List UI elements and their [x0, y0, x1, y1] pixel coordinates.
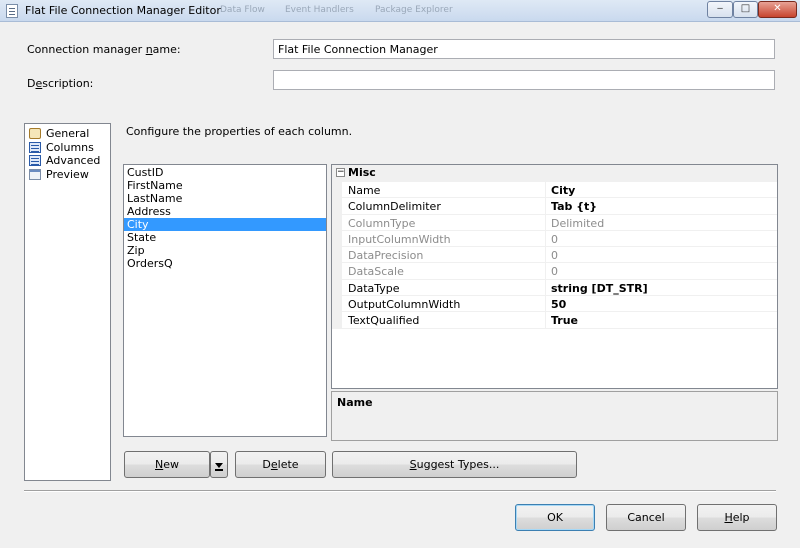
nav-item-label: Preview	[46, 167, 89, 181]
property-value[interactable]: string [DT_STR]	[551, 282, 648, 295]
background-tab-package-explorer: Package Explorer	[375, 5, 453, 15]
property-row: ColumnType Delimited	[332, 214, 777, 231]
property-category[interactable]: − Misc	[332, 165, 777, 182]
instructions-text: Configure the properties of each column.	[126, 125, 353, 138]
new-button[interactable]: New	[124, 451, 210, 478]
property-name: DataPrecision	[348, 249, 424, 263]
list-item[interactable]: OrdersQ	[124, 257, 326, 270]
cancel-button[interactable]: Cancel	[606, 504, 686, 531]
close-button[interactable]: ✕	[758, 1, 797, 18]
property-value: 0	[551, 232, 558, 246]
category-label: Misc	[348, 166, 376, 179]
nav-item-label: Columns	[46, 140, 94, 154]
page-navigation: General Columns Advanced Preview	[24, 123, 111, 481]
description-label: Description:	[27, 77, 94, 90]
property-name: DataType	[348, 281, 400, 295]
list-item[interactable]: CustID	[124, 166, 326, 179]
property-name: OutputColumnWidth	[348, 298, 461, 312]
property-row[interactable]: Name City	[332, 182, 777, 199]
property-row[interactable]: TextQualified True	[332, 312, 777, 329]
new-dropdown-button[interactable]	[210, 451, 228, 478]
maximize-button[interactable]: □	[733, 1, 758, 18]
app-icon	[6, 4, 18, 18]
column-list[interactable]: CustID FirstName LastName Address City S…	[123, 164, 327, 437]
help-button[interactable]: Help	[697, 504, 777, 531]
general-icon	[29, 128, 41, 139]
property-description-panel: Name	[331, 391, 778, 441]
property-name: Name	[348, 184, 381, 197]
minimize-button[interactable]: ‒	[707, 1, 733, 18]
property-row[interactable]: OutputColumnWidth 50	[332, 296, 777, 313]
property-value[interactable]: City	[551, 184, 575, 197]
property-row: InputColumnWidth 0	[332, 230, 777, 248]
nav-item-label: General	[46, 127, 90, 140]
property-value[interactable]: True	[551, 314, 578, 327]
collapse-icon[interactable]: −	[336, 168, 345, 177]
property-name: TextQualified	[348, 314, 420, 328]
property-value[interactable]: 50	[551, 298, 566, 311]
property-row[interactable]: ColumnDelimiter Tab {t}	[332, 198, 777, 215]
nav-item-advanced[interactable]: Advanced	[25, 154, 110, 168]
background-tab-data-flow: Data Flow	[220, 5, 265, 15]
connection-name-input[interactable]: Flat File Connection Manager	[273, 39, 775, 59]
property-name: InputColumnWidth	[348, 232, 451, 246]
property-value[interactable]: Tab {t}	[551, 200, 597, 213]
suggest-types-button[interactable]: Suggest Types...	[332, 451, 577, 478]
title-bar: Flat File Connection Manager Editor Data…	[0, 0, 800, 22]
columns-icon	[29, 141, 41, 153]
dropdown-arrow-icon	[215, 462, 223, 471]
property-value: 0	[551, 249, 558, 263]
nav-item-columns[interactable]: Columns	[25, 141, 110, 155]
property-value: 0	[551, 265, 558, 279]
description-title: Name	[337, 396, 373, 409]
property-name: ColumnDelimiter	[348, 200, 441, 214]
list-item[interactable]: LastName	[124, 192, 326, 205]
description-input[interactable]	[273, 70, 775, 90]
list-item[interactable]: State	[124, 231, 326, 244]
property-name: DataScale	[348, 265, 404, 279]
connection-name-label: Connection manager name:	[27, 43, 181, 56]
delete-button[interactable]: Delete	[235, 451, 326, 478]
list-item-selected[interactable]: City	[124, 218, 326, 231]
preview-icon	[29, 168, 41, 180]
property-row: DataPrecision 0	[332, 247, 777, 264]
property-grid: − Misc Name City ColumnDelimiter Tab {t}…	[331, 164, 778, 389]
background-tab-event-handlers: Event Handlers	[285, 5, 354, 15]
property-name: ColumnType	[348, 216, 416, 230]
nav-item-label: Advanced	[46, 154, 101, 167]
property-value: Delimited	[551, 216, 605, 230]
list-item[interactable]: Address	[124, 205, 326, 218]
advanced-icon	[29, 155, 41, 166]
separator	[24, 490, 776, 492]
property-row: DataScale 0	[332, 263, 777, 280]
nav-item-general[interactable]: General	[25, 127, 110, 141]
window-title: Flat File Connection Manager Editor	[25, 4, 221, 17]
nav-item-preview[interactable]: Preview	[25, 168, 110, 182]
ok-button[interactable]: OK	[515, 504, 595, 531]
property-row[interactable]: DataType string [DT_STR]	[332, 279, 777, 297]
list-item[interactable]: FirstName	[124, 179, 326, 192]
list-item[interactable]: Zip	[124, 244, 326, 257]
